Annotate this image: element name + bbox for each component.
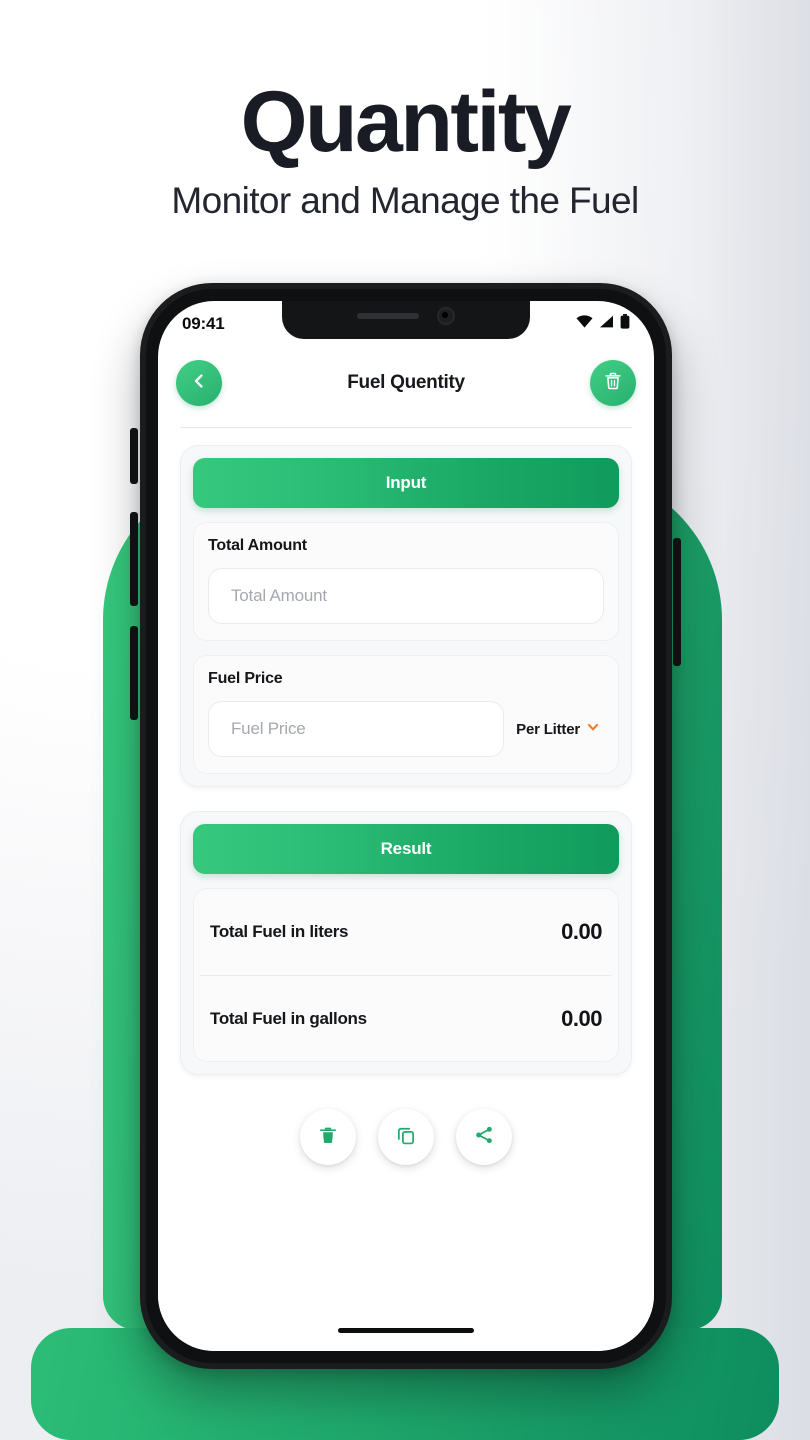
result-row-gallons: Total Fuel in gallons 0.00	[200, 975, 612, 1061]
back-button[interactable]	[176, 360, 222, 406]
hero-section: Quantity Monitor and Manage the Fuel	[0, 74, 810, 224]
result-label-liters: Total Fuel in liters	[210, 922, 349, 941]
result-rows: Total Fuel in liters 0.00 Total Fuel in …	[193, 888, 619, 1062]
result-card: Result Total Fuel in liters 0.00 Total F…	[180, 811, 632, 1075]
screen-content: Input Total Amount Total Amount Fuel Pri…	[158, 435, 654, 1351]
front-camera-icon	[437, 307, 455, 325]
trash-icon	[602, 370, 624, 397]
result-card-header-label: Result	[380, 839, 432, 858]
fuel-price-label: Fuel Price	[208, 670, 283, 687]
total-amount-input[interactable]: Total Amount	[208, 568, 604, 624]
phone-mute-button[interactable]	[130, 428, 138, 484]
chevron-left-icon	[189, 371, 209, 396]
result-label-gallons: Total Fuel in gallons	[210, 1008, 367, 1028]
input-card: Input Total Amount Total Amount Fuel Pri…	[180, 445, 632, 787]
app-bar-title: Fuel Quentity	[347, 372, 465, 393]
result-value-liters: 0.00	[561, 919, 602, 944]
page-title: Quantity	[240, 74, 572, 170]
home-indicator	[338, 1328, 474, 1333]
status-bar-time: 09:41	[182, 314, 225, 333]
wifi-icon	[576, 315, 593, 333]
total-amount-field-block: Total Amount Total Amount	[193, 522, 619, 641]
trash-filled-icon	[317, 1124, 339, 1151]
page-subtitle: Monitor and Manage the Fuel	[171, 180, 639, 221]
input-card-header: Input	[193, 458, 619, 508]
fuel-price-row: Fuel Price Per Litter	[208, 701, 604, 757]
input-card-header-label: Input	[385, 473, 427, 492]
phone-volume-down-button[interactable]	[130, 626, 138, 720]
fuel-price-input[interactable]: Fuel Price	[208, 701, 505, 757]
phone-notch	[282, 301, 530, 339]
delete-button[interactable]	[300, 1109, 356, 1165]
copy-button[interactable]	[378, 1109, 434, 1165]
app-bar: Fuel Quentity	[158, 345, 654, 421]
result-card-header: Result	[193, 824, 619, 874]
chevron-down-icon	[586, 720, 600, 739]
cellular-signal-icon	[599, 315, 614, 333]
phone-screen: 09:41 Fuel Quentity Input Total Amount T…	[158, 301, 654, 1351]
action-button-row	[180, 1109, 632, 1165]
share-icon	[473, 1124, 495, 1151]
total-amount-label: Total Amount	[208, 537, 307, 554]
app-bar-divider	[180, 427, 632, 428]
copy-icon	[395, 1124, 417, 1151]
phone-power-button[interactable]	[673, 538, 681, 666]
clear-all-button[interactable]	[590, 360, 636, 406]
phone-volume-up-button[interactable]	[130, 512, 138, 606]
battery-icon	[620, 314, 630, 334]
result-value-gallons: 0.00	[561, 1005, 602, 1031]
status-bar-icons	[576, 312, 630, 334]
speaker-grill-icon	[357, 313, 419, 319]
total-amount-row: Total Amount	[208, 568, 604, 624]
result-row-liters: Total Fuel in liters 0.00	[200, 889, 612, 975]
share-button[interactable]	[456, 1109, 512, 1165]
fuel-unit-label: Per Litter	[516, 720, 580, 738]
fuel-price-field-block: Fuel Price Fuel Price Per Litter	[193, 655, 619, 774]
fuel-unit-dropdown[interactable]: Per Litter	[516, 720, 604, 739]
